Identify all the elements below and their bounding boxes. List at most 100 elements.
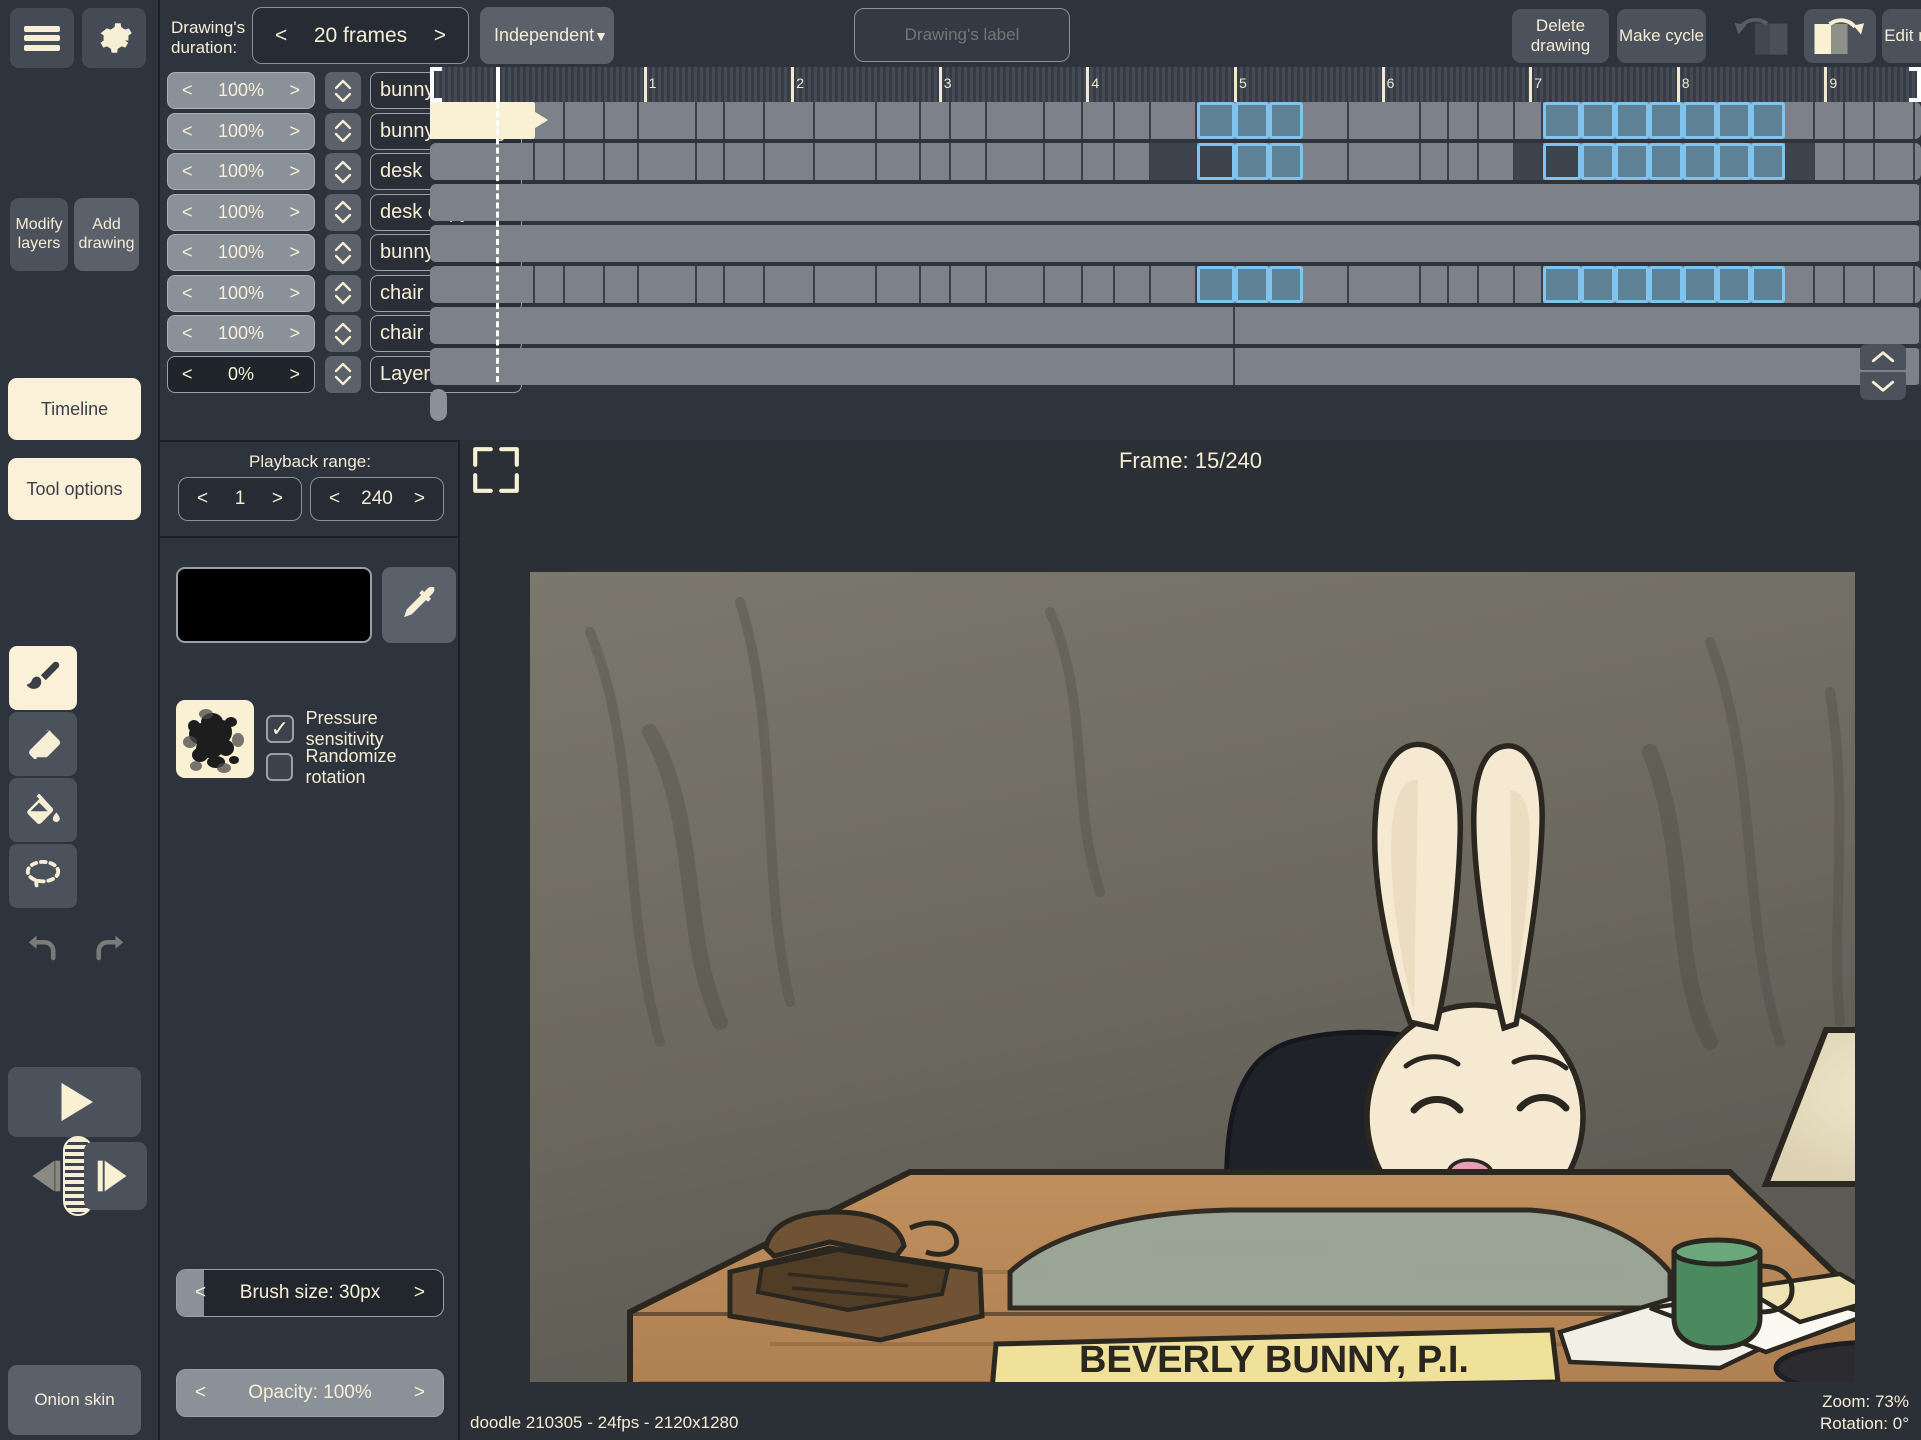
timeline-cell[interactable] <box>815 143 877 180</box>
range-end-bracket[interactable] <box>1909 67 1921 102</box>
timeline-cell[interactable] <box>765 266 815 303</box>
make-cycle-button[interactable]: Make cycle <box>1617 9 1706 63</box>
timeline-track[interactable] <box>430 307 1921 344</box>
timeline-keyframe-cell[interactable] <box>1197 143 1235 180</box>
layer-opacity-increase[interactable]: > <box>289 202 300 223</box>
timeline-track[interactable] <box>430 102 1921 139</box>
timeline-keyframe-cell[interactable] <box>1751 143 1785 180</box>
timeline-cell[interactable] <box>1115 102 1151 139</box>
timeline-track[interactable] <box>430 348 1921 385</box>
timeline-cell[interactable] <box>1785 143 1815 180</box>
timeline-cell[interactable] <box>1875 102 1915 139</box>
timeline-cell[interactable] <box>921 266 951 303</box>
modify-layers-button[interactable]: Modify layers <box>10 198 68 271</box>
timeline-cell[interactable] <box>1151 143 1197 180</box>
timeline-cell[interactable] <box>1303 143 1349 180</box>
layer1-drawing-handle[interactable] <box>430 389 447 421</box>
timeline-cell[interactable] <box>1083 102 1115 139</box>
lasso-select-tool[interactable] <box>9 844 77 908</box>
timeline-keyframe-cell[interactable] <box>1269 266 1303 303</box>
onion-skin-backward-button[interactable] <box>1723 9 1798 63</box>
timeline-track[interactable] <box>430 389 1921 426</box>
timeline-cell[interactable] <box>1875 143 1915 180</box>
opacity-increase[interactable]: > <box>414 1370 425 1416</box>
timeline-cell[interactable] <box>605 266 639 303</box>
timeline-cell[interactable] <box>1421 266 1449 303</box>
brush-preview[interactable] <box>176 700 254 778</box>
timeline-cell[interactable] <box>639 102 697 139</box>
previous-frame-button[interactable] <box>5 1142 68 1210</box>
opacity-decrease[interactable]: < <box>195 1370 206 1416</box>
timeline-cell[interactable] <box>765 143 815 180</box>
timeline-cell[interactable] <box>430 184 1921 221</box>
timeline-keyframe-cell[interactable] <box>1543 143 1581 180</box>
timeline-cell[interactable] <box>1421 102 1449 139</box>
timeline-cell[interactable] <box>815 266 877 303</box>
timeline-cell[interactable] <box>1479 143 1515 180</box>
layer-opacity-stepper[interactable]: <100% > <box>167 315 315 352</box>
layer-reorder-toggle[interactable] <box>325 274 361 312</box>
timeline-cell[interactable] <box>1875 266 1915 303</box>
timeline-cell[interactable] <box>1515 266 1543 303</box>
timeline-cell[interactable] <box>1515 102 1543 139</box>
timeline-cell[interactable] <box>1815 102 1845 139</box>
layer-reorder-toggle[interactable] <box>325 153 361 190</box>
timeline-cell[interactable] <box>430 143 535 180</box>
timeline-keyframe-cell[interactable] <box>1683 266 1717 303</box>
playback-start-stepper[interactable]: < 1 > <box>178 477 302 521</box>
timeline-cell[interactable] <box>535 266 565 303</box>
timeline-cell[interactable] <box>1449 266 1479 303</box>
timeline-keyframe-cell[interactable] <box>1717 266 1751 303</box>
layer-opacity-decrease[interactable]: < <box>182 80 193 101</box>
timeline-cell[interactable] <box>639 143 697 180</box>
timeline-cell[interactable] <box>1235 307 1921 344</box>
timeline-cell[interactable] <box>1151 102 1197 139</box>
brush-size-slider[interactable]: Brush size: 30px < > <box>176 1269 444 1317</box>
timeline-cell[interactable] <box>430 225 1921 262</box>
timeline-cell[interactable] <box>1349 102 1421 139</box>
timeline-cell[interactable] <box>951 266 987 303</box>
layer-opacity-increase[interactable]: > <box>289 80 300 101</box>
playback-start-next[interactable]: > <box>272 488 283 510</box>
duration-next-arrow[interactable]: > <box>434 24 446 48</box>
tab-tool-options[interactable]: Tool options <box>8 458 141 520</box>
timeline-cells[interactable] <box>430 102 1921 421</box>
timeline-cell[interactable] <box>1815 143 1845 180</box>
timeline-ruler[interactable]: 1 2 3 4 5 6 7 8 9 <box>430 67 1921 102</box>
onion-skin-button[interactable]: Onion skin <box>8 1365 141 1435</box>
timeline-keyframe-cell[interactable] <box>1683 143 1717 180</box>
layer-reorder-toggle[interactable] <box>325 315 361 352</box>
layer-opacity-decrease[interactable]: < <box>182 121 193 142</box>
timeline-cell[interactable] <box>639 266 697 303</box>
timeline-keyframe-cell[interactable] <box>1649 102 1683 139</box>
timeline-cell[interactable] <box>725 143 765 180</box>
menu-button[interactable] <box>10 8 74 68</box>
layer-opacity-increase[interactable]: > <box>289 121 300 142</box>
timeline-keyframe-cell[interactable] <box>1543 266 1581 303</box>
edit-multiple-button[interactable]: Edit multiple <box>1882 9 1921 63</box>
timeline-keyframe-cell[interactable] <box>1649 266 1683 303</box>
playhead-marker[interactable] <box>496 67 500 102</box>
timeline-keyframe-cell[interactable] <box>1581 266 1615 303</box>
timeline-cell[interactable] <box>921 143 951 180</box>
timeline-cell[interactable] <box>1785 102 1815 139</box>
timeline-keyframe-cell[interactable] <box>1235 102 1269 139</box>
timeline-cell[interactable] <box>877 143 921 180</box>
timeline-cell[interactable] <box>1235 348 1921 385</box>
timeline-cell[interactable] <box>725 102 765 139</box>
independent-dropdown[interactable]: Independent ▼ <box>480 7 614 64</box>
timeline-cell[interactable] <box>1115 143 1151 180</box>
layer-opacity-stepper[interactable]: <100% > <box>167 274 315 312</box>
layer-opacity-stepper[interactable]: <100% > <box>167 112 315 150</box>
active-drawing-block[interactable] <box>430 102 535 139</box>
layer-opacity-increase[interactable]: > <box>289 364 300 385</box>
timeline-cell[interactable] <box>697 143 725 180</box>
layer-opacity-stepper[interactable]: <0% > <box>167 355 315 393</box>
timeline-track[interactable] <box>430 184 1921 221</box>
timeline-cell[interactable] <box>430 266 535 303</box>
playback-end-next[interactable]: > <box>414 488 425 510</box>
timeline-cell[interactable] <box>815 102 877 139</box>
randomize-rotation-checkbox[interactable]: Randomize rotation <box>266 746 458 788</box>
timeline-keyframe-cell[interactable] <box>1197 102 1235 139</box>
timeline-keyframe-cell[interactable] <box>1615 266 1649 303</box>
